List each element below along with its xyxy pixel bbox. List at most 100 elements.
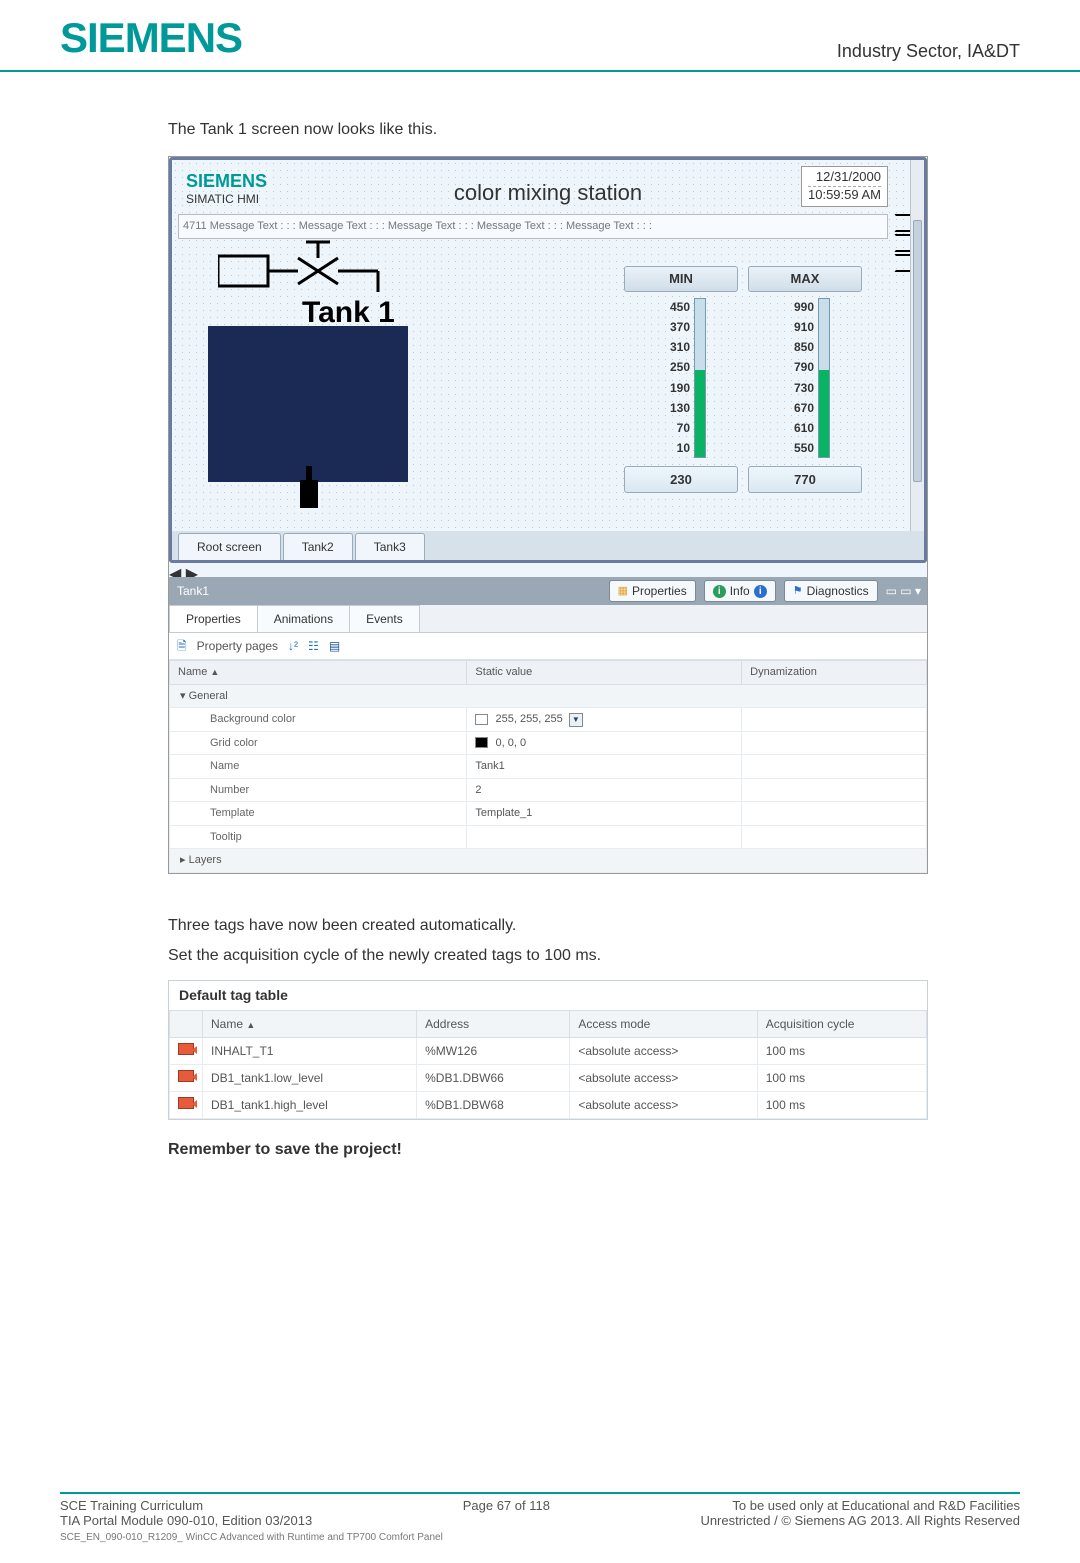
hmi-tab-tank2[interactable]: Tank2	[283, 533, 353, 560]
prop-name: Number	[170, 778, 467, 802]
hmi-preview: SIEMENS SIMATIC HMI color mixing station…	[169, 157, 927, 563]
gauge-max-ticks: 990 910 850 790 730 670 610 550	[780, 298, 814, 458]
tag-table-title: Default tag table	[169, 981, 927, 1010]
footer-left-2: TIA Portal Module 090-010, Edition 03/20…	[60, 1513, 312, 1528]
gauge-max: MAX 990 910 850 790 730 670 610 550 770	[748, 266, 862, 493]
hmi-horizontal-scrollbar[interactable]: ◀ ▶	[169, 563, 927, 577]
property-pages-label: Property pages	[197, 637, 278, 655]
gauge-min-ticks: 450 370 310 250 190 130 70 10	[656, 298, 690, 458]
property-pages-toolbar: 🗎 Property pages ↓² ☷ ▤	[169, 633, 927, 660]
tab-animations[interactable]: Animations	[257, 605, 350, 632]
table-row: Name Tank1	[170, 755, 927, 779]
sort-icon[interactable]: ↓²	[288, 637, 298, 655]
valve-drawing	[218, 236, 418, 296]
col-acquisition-cycle[interactable]: Acquisition cycle	[757, 1010, 926, 1037]
info-green-icon: i	[713, 585, 726, 598]
gauge-max-bar	[818, 298, 830, 458]
tab-properties[interactable]: Properties	[169, 605, 258, 632]
sort-asc-icon: ▲	[246, 1020, 255, 1030]
info-blue-icon: i	[754, 585, 767, 598]
gauge-min-caption: MIN	[624, 266, 738, 292]
hmi-time: 10:59:59 AM	[808, 187, 881, 204]
object-name-label: Tank1	[177, 582, 209, 600]
header-subtitle: Industry Sector, IA&DT	[837, 41, 1020, 62]
diagnostics-icon: ⚑	[793, 583, 803, 600]
prop-value[interactable]: Template_1	[467, 802, 742, 826]
info-button[interactable]: i Info i	[704, 580, 776, 602]
thermometer-icon	[300, 480, 318, 508]
diagnostics-button[interactable]: ⚑ Diagnostics	[784, 580, 878, 602]
prop-value[interactable]: 255, 255, 255 ▼	[467, 708, 742, 732]
properties-icon: ▦	[618, 583, 628, 600]
page-header: SIEMENS Industry Sector, IA&DT	[0, 0, 1080, 72]
prop-name: Name	[170, 755, 467, 779]
scroll-right-icon[interactable]: ▶	[186, 566, 198, 577]
prop-name: Grid color	[170, 731, 467, 755]
hmi-tab-tank3[interactable]: Tank3	[355, 533, 425, 560]
document-body: The Tank 1 screen now looks like this. S…	[0, 72, 1080, 1162]
gauge-min: MIN 450 370 310 250 190 130 70 10 230	[624, 266, 738, 493]
col-access-mode[interactable]: Access mode	[570, 1010, 757, 1037]
page-footer: SCE Training Curriculum TIA Portal Modul…	[0, 1492, 1080, 1563]
hmi-tab-root[interactable]: Root screen	[178, 533, 281, 560]
hmi-bottom-tabs: Root screen Tank2 Tank3	[172, 531, 924, 560]
hmi-vertical-scrollbar[interactable]	[910, 160, 924, 542]
footer-page-number: Page 67 of 118	[463, 1498, 550, 1528]
prop-value[interactable]	[467, 825, 742, 849]
col-name[interactable]: Name ▲	[170, 661, 467, 685]
tank1-graphic	[208, 326, 408, 482]
table-row: DB1_tank1.low_level %DB1.DBW66 <absolute…	[170, 1064, 927, 1091]
dropdown-icon[interactable]: ▼	[569, 713, 583, 727]
color-swatch-icon	[475, 737, 488, 748]
table-row: DB1_tank1.high_level %DB1.DBW68 <absolut…	[170, 1091, 927, 1118]
grid-icon[interactable]: ▤	[329, 637, 340, 655]
set-cycle-text: Set the acquisition cycle of the newly c…	[168, 944, 940, 968]
tag-table-box: Default tag table Name ▲ Address Access …	[168, 980, 928, 1120]
hmi-datetime: 12/31/2000 10:59:59 AM	[801, 166, 888, 207]
properties-title-bar: Tank1 ▦ Properties i Info i ⚑ Diagnostic…	[169, 577, 927, 605]
pane-window-controls[interactable]: ▭ ▭ ▾	[886, 582, 921, 600]
list-icon[interactable]: ☷	[308, 637, 319, 655]
table-row: Tooltip	[170, 825, 927, 849]
properties-table: Name ▲ Static value Dynamization ▾ Gener…	[169, 660, 927, 873]
tag-table: Name ▲ Address Access mode Acquisition c…	[169, 1010, 927, 1119]
group-layers[interactable]: ▸ Layers	[170, 849, 927, 873]
sort-asc-icon: ▲	[210, 667, 219, 677]
footer-left-1: SCE Training Curriculum	[60, 1498, 312, 1513]
table-row: Number 2	[170, 778, 927, 802]
scroll-left-icon[interactable]: ◀	[169, 566, 181, 577]
hmi-message-bar: 4711 Message Text : : : Message Text : :…	[178, 214, 888, 239]
gauge-max-caption: MAX	[748, 266, 862, 292]
prop-value[interactable]: 2	[467, 778, 742, 802]
table-row: Background color 255, 255, 255 ▼	[170, 708, 927, 732]
prop-name: Background color	[170, 708, 467, 732]
properties-button[interactable]: ▦ Properties	[609, 580, 696, 602]
prop-value[interactable]: 0, 0, 0	[467, 731, 742, 755]
footer-tiny: SCE_EN_090-010_R1209_ WinCC Advanced wit…	[60, 1532, 1020, 1543]
scrollbar-thumb[interactable]	[913, 220, 922, 482]
color-swatch-icon	[475, 714, 488, 725]
col-dynamization[interactable]: Dynamization	[742, 661, 927, 685]
hmi-title: color mixing station	[454, 176, 642, 209]
hmi-date: 12/31/2000	[808, 169, 881, 187]
col-tag-name[interactable]: Name ▲	[203, 1010, 417, 1037]
property-pages-icon: 🗎	[177, 637, 187, 655]
group-general[interactable]: ▾ General	[170, 684, 927, 708]
table-row: Grid color 0, 0, 0	[170, 731, 927, 755]
footer-right-1: To be used only at Educational and R&D F…	[700, 1498, 1020, 1513]
col-static-value[interactable]: Static value	[467, 661, 742, 685]
table-row: Template Template_1	[170, 802, 927, 826]
gauge-max-value: 770	[748, 466, 862, 494]
tab-events[interactable]: Events	[349, 605, 420, 632]
siemens-logo: SIEMENS	[60, 14, 242, 62]
remember-save-text: Remember to save the project!	[168, 1138, 940, 1162]
gauge-min-value: 230	[624, 466, 738, 494]
tag-icon	[178, 1070, 194, 1082]
prop-name: Template	[170, 802, 467, 826]
prop-value[interactable]: Tank1	[467, 755, 742, 779]
intro-text: The Tank 1 screen now looks like this.	[168, 118, 940, 142]
tag-icon	[178, 1097, 194, 1109]
prop-name: Tooltip	[170, 825, 467, 849]
table-row: INHALT_T1 %MW126 <absolute access> 100 m…	[170, 1037, 927, 1064]
col-address[interactable]: Address	[417, 1010, 570, 1037]
